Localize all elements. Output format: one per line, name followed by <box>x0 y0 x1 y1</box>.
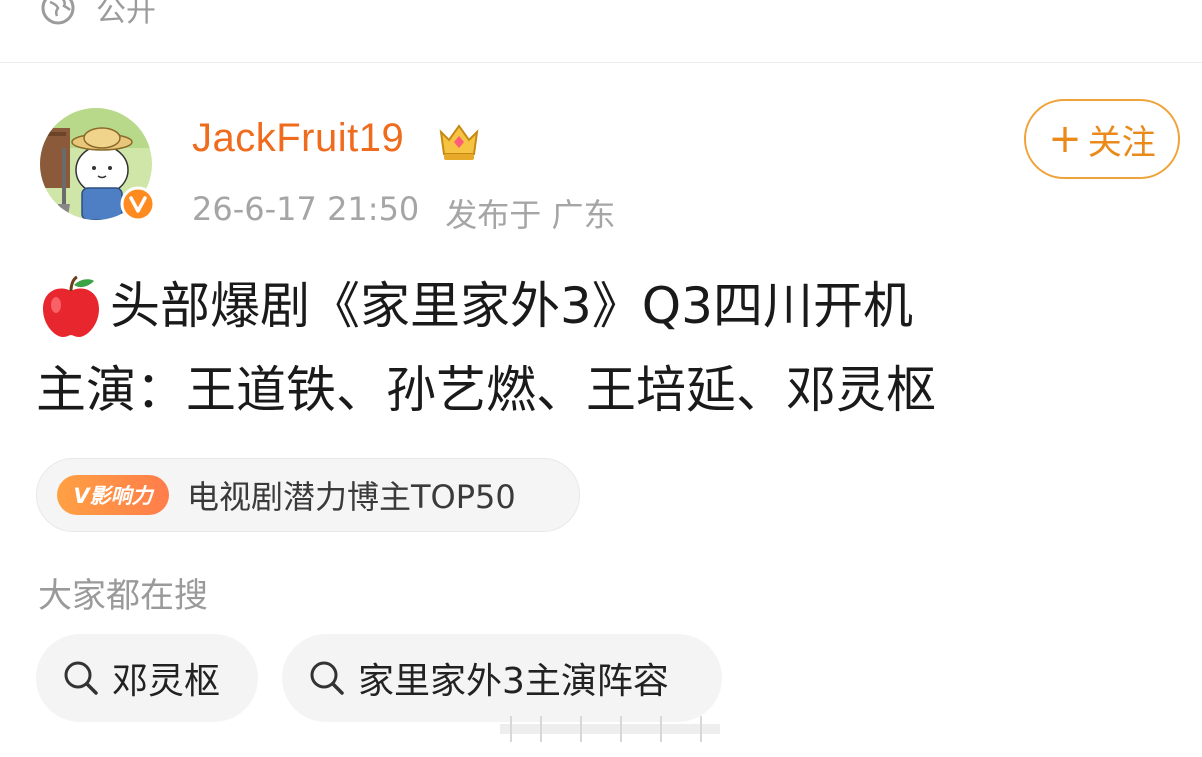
divider <box>0 62 1202 63</box>
post-line-1-text: 头部爆剧《家里家外3》Q3四川开机 <box>110 277 913 335</box>
search-chip[interactable]: 家里家外3主演阵容 <box>282 634 722 722</box>
trending-search-label: 大家都在搜 <box>38 576 208 616</box>
globe-icon <box>41 0 75 25</box>
post-content: 头部爆剧《家里家外3》Q3四川开机 主演：王道铁、孙艺燃、王培延、邓灵枢 <box>36 264 1176 432</box>
search-chip-label: 邓灵枢 <box>112 661 221 702</box>
search-chip-label: 家里家外3主演阵容 <box>358 661 669 702</box>
post-line-2: 主演：王道铁、孙艺燃、王培延、邓灵枢 <box>36 348 1176 432</box>
influence-tag[interactable]: V影响力 电视剧潜力博主TOP50 <box>36 458 580 532</box>
search-icon <box>310 661 344 695</box>
post-line-2-text: 主演：王道铁、孙艺燃、王培延、邓灵枢 <box>36 361 936 419</box>
follow-label: 关注 <box>1087 122 1156 163</box>
influence-text: 电视剧潜力博主TOP50 <box>187 478 516 516</box>
visibility-indicator[interactable]: 公开 <box>40 0 156 29</box>
avatar[interactable] <box>40 108 156 222</box>
crown-icon <box>439 124 479 160</box>
post-meta: 26-6-17 21:50 发布于 广东 <box>192 190 615 236</box>
post-time: 26-6-17 21:50 <box>192 190 420 228</box>
post-line-1: 头部爆剧《家里家外3》Q3四川开机 <box>36 264 1176 348</box>
obscured-text <box>500 716 720 742</box>
search-chip[interactable]: 邓灵枢 <box>36 634 258 722</box>
follow-button[interactable]: + 关注 <box>1024 99 1180 179</box>
post-location: 发布于 广东 <box>445 196 616 234</box>
search-icon <box>64 661 98 695</box>
username[interactable]: JackFruit19 <box>192 116 404 161</box>
v-verified-icon <box>120 186 156 222</box>
apple-icon <box>43 275 99 337</box>
top-strip: 公开 <box>0 0 1202 62</box>
influence-badge: V影响力 <box>57 475 169 515</box>
plus-icon: + <box>1048 116 1082 162</box>
visibility-label: 公开 <box>96 0 156 29</box>
